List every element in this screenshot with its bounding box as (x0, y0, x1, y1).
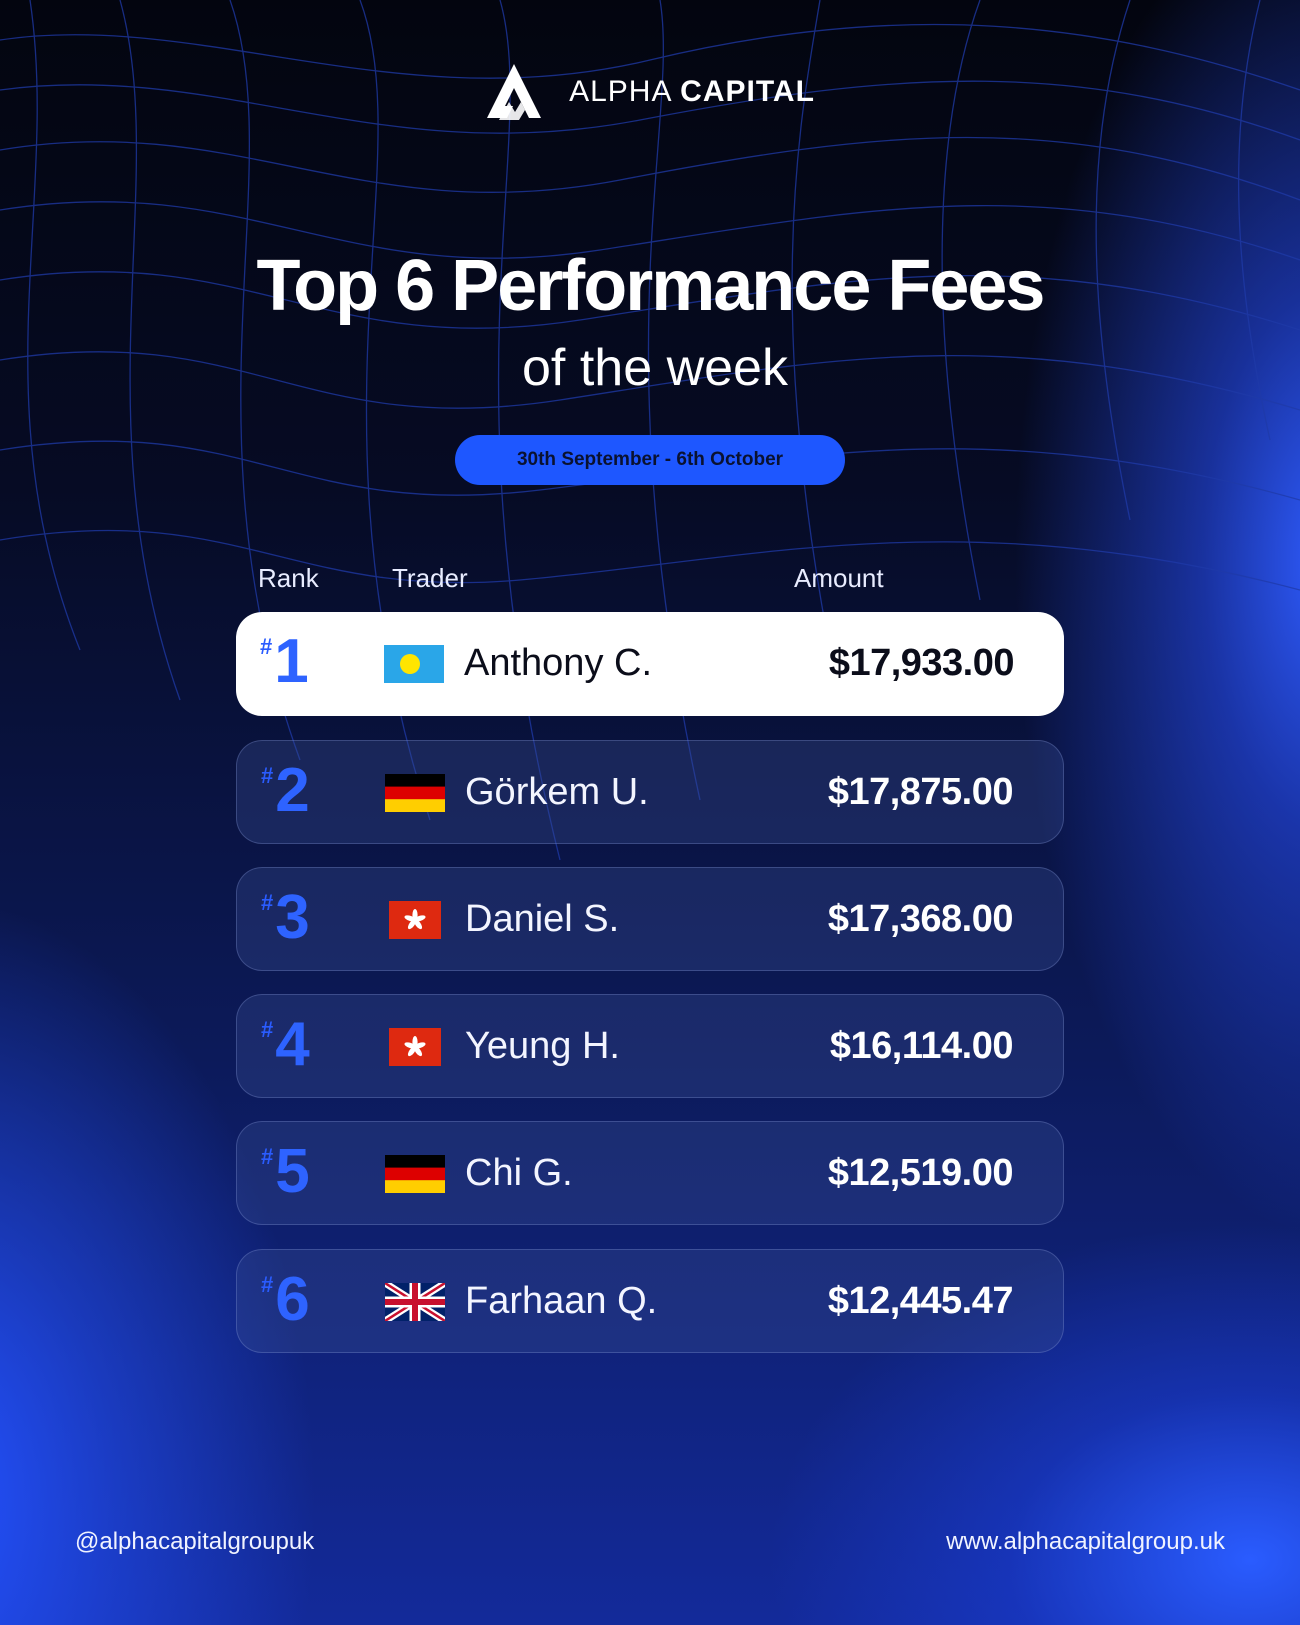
page-title: Top 6 Performance Fees (256, 246, 1046, 326)
fee-amount: $17,368.00 (827, 898, 1014, 940)
column-header-amount: Amount (794, 563, 884, 593)
leaderboard-row: # 2 Görkem U. $17,875.00 (236, 740, 1064, 844)
trader-name: Anthony C. (464, 642, 652, 684)
fee-amount: $12,519.00 (827, 1152, 1014, 1194)
date-range-badge: 30th September - 6th October (455, 435, 845, 485)
leaderboard-row: # 5 Chi G. $12,519.00 (236, 1121, 1064, 1225)
rank-value: 1 (274, 627, 309, 696)
page-subtitle: of the week (522, 339, 788, 397)
leaderboard-row: # 4 Yeung H. $16,114.00 (236, 994, 1064, 1098)
rank-hash: # (261, 890, 274, 915)
trader-name: Yeung H. (465, 1025, 620, 1067)
fee-amount: $17,875.00 (827, 771, 1014, 813)
rank-value: 5 (275, 1137, 310, 1206)
hong-kong-flag-icon (389, 901, 441, 939)
rank-hash: # (260, 634, 273, 659)
leaderboard-row: # 3 Daniel S. $17,368.00 (236, 867, 1064, 971)
rank-number: # 3 (261, 886, 310, 950)
trader-name: Farhaan Q. (465, 1280, 658, 1322)
trader-name: Daniel S. (465, 898, 620, 940)
rank-number: # 6 (261, 1268, 310, 1332)
rank-value: 4 (275, 1010, 310, 1079)
trader-name: Görkem U. (465, 771, 649, 813)
rank-hash: # (261, 1017, 274, 1042)
rank-value: 3 (275, 883, 310, 952)
hong-kong-flag-icon (389, 1028, 441, 1066)
rank-value: 6 (275, 1265, 310, 1334)
rank-hash: # (261, 1144, 274, 1169)
fee-amount: $17,933.00 (828, 642, 1015, 684)
brand-name: ALPHA CAPITAL (569, 75, 815, 109)
rank-number: # 2 (261, 759, 310, 823)
rank-number: # 4 (261, 1013, 310, 1077)
social-handle[interactable]: @alphacapitalgroupuk (75, 1528, 314, 1556)
rank-number: # 1 (260, 630, 309, 694)
leaderboard-row: # 1 Anthony C. $17,933.00 (236, 612, 1064, 716)
rank-value: 2 (275, 756, 310, 825)
rank-number: # 5 (261, 1140, 310, 1204)
brand-logo: ALPHA CAPITAL (0, 62, 1300, 122)
fee-amount: $16,114.00 (829, 1025, 1014, 1067)
website-link[interactable]: www.alphacapitalgroup.uk (946, 1528, 1225, 1556)
rank-hash: # (261, 1272, 274, 1297)
rank-hash: # (261, 763, 274, 788)
leaderboard-row: # 6 Farhaan Q. $12,445.47 (236, 1249, 1064, 1353)
palau-flag-icon (384, 645, 444, 683)
brand-word-capital: CAPITAL (680, 75, 815, 108)
column-header-trader: Trader (392, 563, 468, 593)
united-kingdom-flag-icon (385, 1283, 445, 1321)
brand-word-alpha: ALPHA (569, 75, 671, 108)
column-header-rank: Rank (258, 563, 319, 593)
fee-amount: $12,445.47 (827, 1280, 1014, 1322)
germany-flag-icon (385, 1155, 445, 1193)
germany-flag-icon (385, 774, 445, 812)
alpha-logo-icon (487, 64, 542, 120)
trader-name: Chi G. (465, 1152, 573, 1194)
